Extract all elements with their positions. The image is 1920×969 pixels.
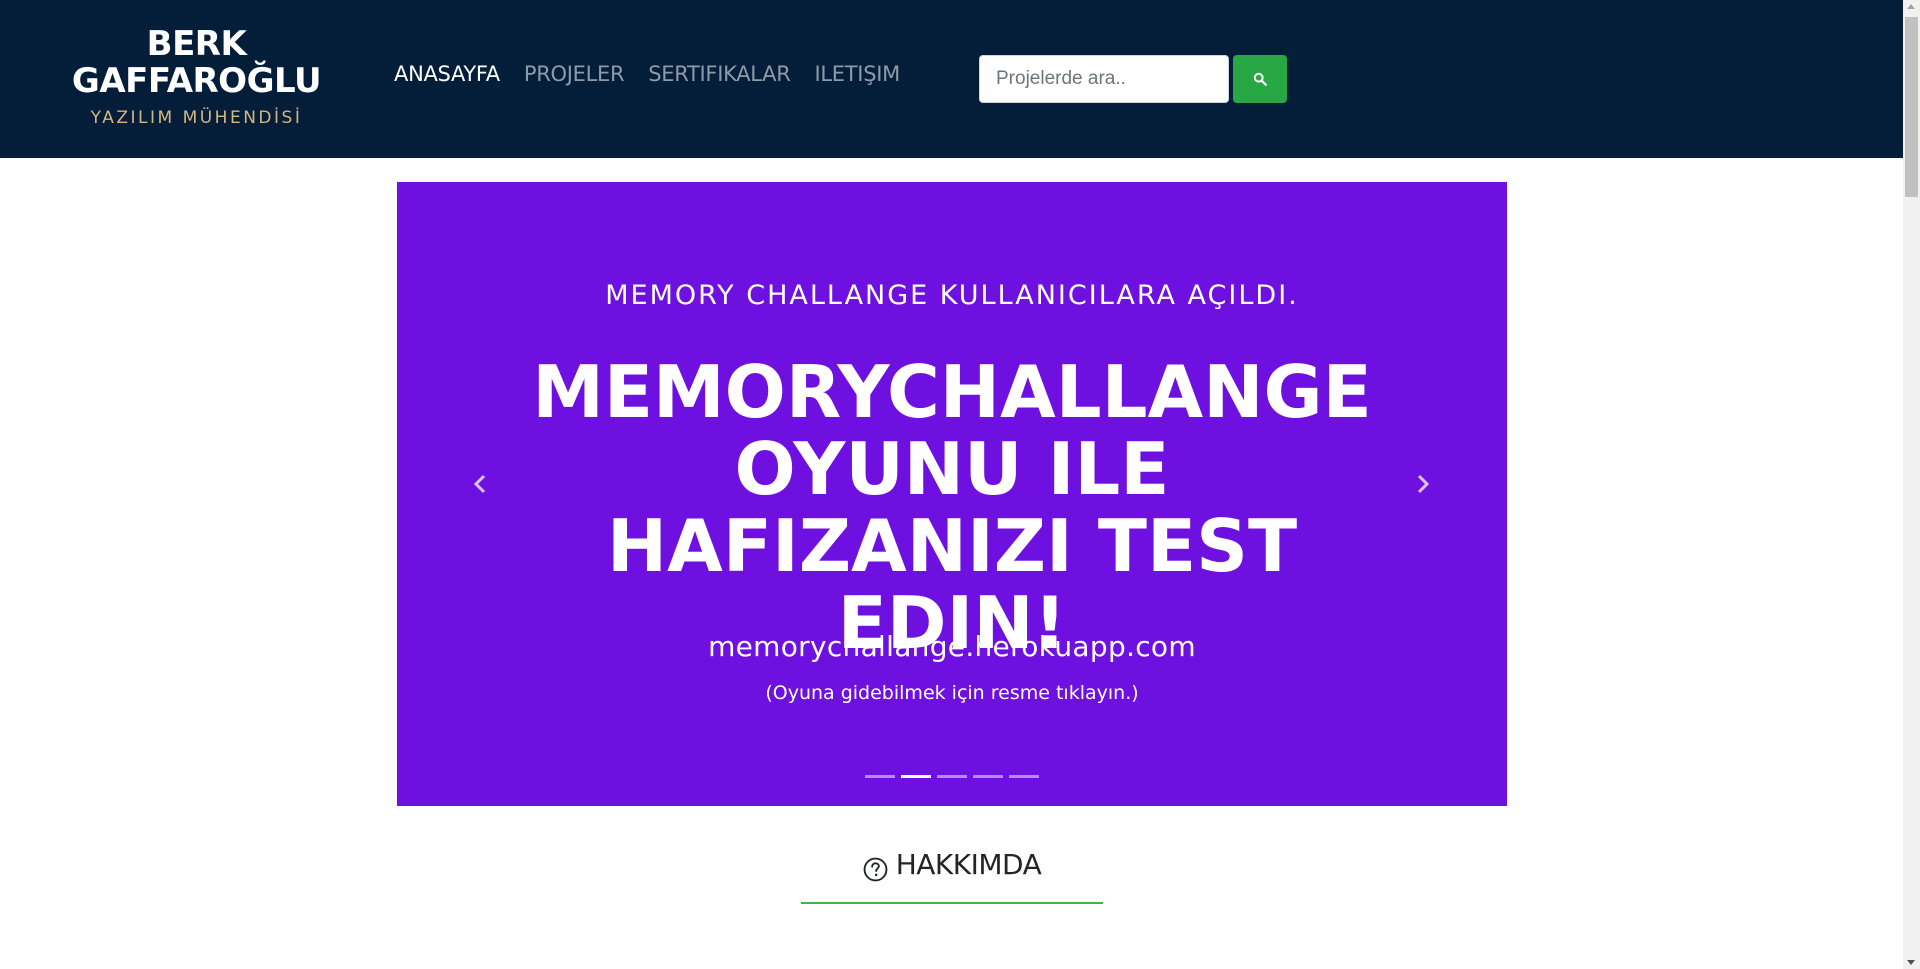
scroll-down-arrow-icon[interactable]: [1907, 960, 1915, 965]
slide-note: (Oyuna gidebilmek için resme tıklayın.): [765, 682, 1139, 704]
slide-headline: MEMORYCHALLANGE OYUNU ILE HAFIZANIZI TES…: [532, 350, 1372, 665]
nav-item-iletisim[interactable]: ILETIŞIM: [815, 62, 901, 86]
brand-subtitle: YAZILIM MÜHENDİSİ: [90, 108, 303, 128]
hero-carousel[interactable]: MEMORY CHALLANGE KULLANICILARA AÇILDI. M…: [397, 182, 1507, 806]
main-nav: ANASAYFA PROJELER SERTIFIKALAR ILETIŞIM: [394, 62, 900, 86]
carousel-indicator[interactable]: [973, 775, 1003, 778]
chevron-left-icon: [473, 474, 486, 494]
question-circle-icon: [863, 857, 888, 882]
scroll-up-arrow-icon[interactable]: [1907, 4, 1915, 9]
nav-item-projeler[interactable]: PROJELER: [524, 62, 625, 86]
brand-name-line2: GAFFAROĞLU: [71, 61, 322, 101]
carousel-next-button[interactable]: [1403, 464, 1443, 504]
nav-item-anasayfa[interactable]: ANASAYFA: [394, 62, 500, 86]
search-button[interactable]: [1233, 55, 1287, 103]
carousel-prev-button[interactable]: [460, 464, 500, 504]
nav-item-sertifikalar[interactable]: SERTIFIKALAR: [648, 62, 791, 86]
brand-name-line1: BERK: [146, 24, 247, 64]
page: BERK GAFFAROĞLU YAZILIM MÜHENDİSİ ANASAY…: [0, 0, 1920, 969]
about-title: HAKKIMDA: [895, 848, 1042, 881]
search-icon: [1253, 72, 1267, 86]
carousel-indicators: [397, 775, 1507, 778]
page-scrollbar[interactable]: [1903, 0, 1920, 969]
search-input[interactable]: [979, 55, 1229, 103]
slide-link-text[interactable]: memorychallange.herokuapp.com: [397, 630, 1507, 663]
navbar: BERK GAFFAROĞLU YAZILIM MÜHENDİSİ ANASAY…: [0, 0, 1903, 158]
scrollbar-thumb[interactable]: [1905, 17, 1918, 197]
brand-logo-link[interactable]: BERK GAFFAROĞLU YAZILIM MÜHENDİSİ: [60, 24, 333, 129]
carousel-indicator[interactable]: [865, 775, 895, 778]
carousel-indicator[interactable]: [937, 775, 967, 778]
carousel-indicator[interactable]: [901, 775, 931, 778]
about-section-title: HAKKIMDA: [801, 848, 1103, 904]
search-form: [979, 55, 1287, 103]
chevron-right-icon: [1417, 474, 1430, 494]
slide-kicker: MEMORY CHALLANGE KULLANICILARA AÇILDI.: [605, 280, 1299, 311]
carousel-indicator[interactable]: [1009, 775, 1039, 778]
